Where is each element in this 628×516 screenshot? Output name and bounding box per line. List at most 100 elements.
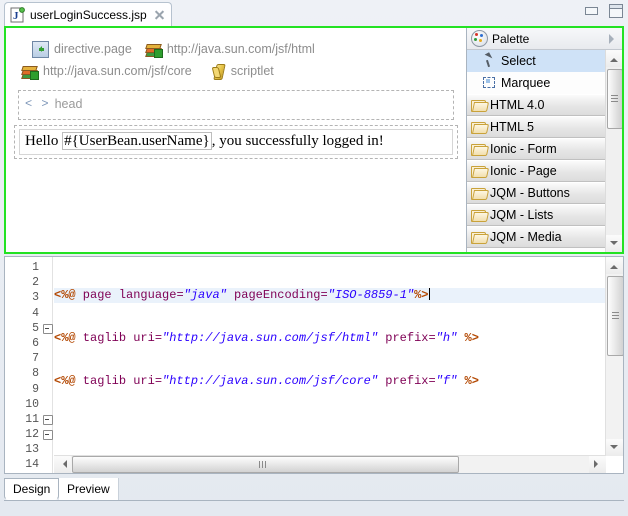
- editor-code-area[interactable]: <%@ page language="java" pageEncoding="I…: [54, 257, 606, 456]
- palette-vertical-scrollbar[interactable]: [605, 50, 622, 252]
- maximize-button[interactable]: [608, 3, 623, 18]
- bottom-tab-bar: Design Preview: [4, 478, 624, 501]
- tab-preview-label: Preview: [67, 482, 110, 496]
- source-editor[interactable]: 1 2 3 4 5 6 7 8 9 10 11 12 13 14 <%@ pag…: [4, 256, 624, 474]
- design-canvas[interactable]: directive.page http://java.sun.com/jsf/h…: [6, 28, 466, 252]
- minimize-button[interactable]: [584, 3, 598, 17]
- taglib-icon: [145, 42, 163, 58]
- line-number: 6: [32, 336, 39, 350]
- palette-tool-select[interactable]: Select: [467, 50, 606, 72]
- line-number: 2: [32, 276, 39, 290]
- line-number: 11: [25, 412, 39, 426]
- taglib-core-label: http://java.sun.com/jsf/core: [43, 64, 192, 78]
- palette-drawer-label: JQM - Buttons: [490, 186, 570, 200]
- fold-toggle-line-12[interactable]: [42, 427, 53, 442]
- code-line-1: <%@ page language="java" pageEncoding="I…: [54, 288, 606, 304]
- scroll-up-arrow-icon[interactable]: [606, 50, 622, 67]
- directive-page-label: directive.page: [54, 42, 132, 56]
- palette-drawer-html40[interactable]: HTML 4.0: [467, 94, 606, 116]
- palette-drawer-jqm-media[interactable]: JQM - Media: [467, 226, 606, 248]
- window-controls: [584, 3, 623, 18]
- scriptlet-item[interactable]: scriptlet: [212, 64, 274, 79]
- editor-hscrollbar-track[interactable]: [460, 457, 589, 472]
- scroll-down-arrow-icon[interactable]: [606, 235, 622, 252]
- line-number: 10: [25, 397, 39, 411]
- directive-page-item[interactable]: directive.page: [32, 40, 132, 58]
- code-line-3: <%@ taglib uri="http://java.sun.com/jsf/…: [54, 374, 479, 389]
- jsp-file-icon: J: [10, 6, 26, 23]
- palette-scrollbar-thumb[interactable]: [607, 69, 622, 129]
- palette-list: Select Marquee HTML 4.0 HTML 5 Ionic - F…: [467, 50, 606, 252]
- palette-tool-marquee[interactable]: Marquee: [467, 72, 606, 94]
- palette-drawer-html5[interactable]: HTML 5: [467, 116, 606, 138]
- line-number: 1: [32, 261, 39, 274]
- directive-row-1: directive.page http://java.sun.com/jsf/h…: [32, 38, 458, 60]
- fold-toggle-line-11[interactable]: [42, 412, 53, 427]
- tab-preview[interactable]: Preview: [59, 478, 119, 500]
- cursor-icon: [483, 54, 496, 68]
- palette-panel: Palette Select Marquee HTML 4.0 HTML 5 I…: [466, 28, 622, 252]
- line-number: 13: [25, 443, 39, 457]
- svg-text:J: J: [13, 10, 19, 22]
- palette-drawer-ionic-form[interactable]: Ionic - Form: [467, 138, 606, 160]
- folder-icon: [471, 231, 486, 244]
- editor-marker-gutter[interactable]: [5, 257, 20, 473]
- editor-tab-bar: J userLoginSuccess.jsp: [0, 0, 628, 26]
- code-line-2: <%@ taglib uri="http://java.sun.com/jsf/…: [54, 331, 479, 346]
- scriptlet-icon: [212, 64, 226, 79]
- palette-drawer-jqm-lists[interactable]: JQM - Lists: [467, 204, 606, 226]
- palette-drawer-ionic-page[interactable]: Ionic - Page: [467, 160, 606, 182]
- editor-horizontal-scrollbar[interactable]: [54, 455, 606, 473]
- folder-icon: [471, 165, 486, 178]
- taglib-core-item[interactable]: http://java.sun.com/jsf/core: [21, 64, 192, 80]
- close-icon[interactable]: [154, 9, 165, 20]
- taglib-html-item[interactable]: http://java.sun.com/jsf/html: [145, 42, 315, 58]
- body-text-region[interactable]: Hello #{UserBean.userName}, you successf…: [19, 129, 453, 155]
- palette-tool-select-label: Select: [501, 54, 536, 68]
- fold-toggle-line-5[interactable]: [42, 321, 53, 336]
- scroll-up-arrow-icon[interactable]: [606, 257, 623, 274]
- directive-icon: [32, 40, 49, 58]
- editor-tab-userloginsuccess[interactable]: J userLoginSuccess.jsp: [4, 2, 172, 26]
- line-number: 7: [32, 352, 39, 366]
- tab-design[interactable]: Design: [4, 478, 60, 500]
- palette-drawer-label: HTML 4.0: [490, 98, 545, 112]
- line-number: 5: [32, 321, 39, 335]
- editor-line-numbers: 1 2 3 4 5 6 7 8 9 10 11 12 13 14: [19, 257, 41, 473]
- chevron-right-icon[interactable]: [606, 33, 618, 45]
- scroll-down-arrow-icon[interactable]: [606, 439, 623, 456]
- folder-icon: [471, 143, 486, 156]
- directive-row-2: http://java.sun.com/jsf/core scriptlet: [21, 60, 458, 82]
- scroll-right-arrow-icon[interactable]: [589, 456, 606, 473]
- head-element-box[interactable]: < > head: [18, 90, 454, 120]
- scriptlet-label: scriptlet: [230, 64, 274, 78]
- palette-drawer-label: HTML 5: [490, 120, 534, 134]
- editor-hscrollbar-thumb[interactable]: [72, 456, 459, 473]
- el-expression[interactable]: #{UserBean.userName}: [62, 132, 212, 150]
- palette-drawer-label: JQM - Media: [490, 230, 562, 244]
- line-number: 12: [25, 428, 39, 442]
- marquee-icon: [483, 76, 496, 90]
- palette-drawer-label: JQM - Lists: [490, 208, 554, 222]
- editor-folding-column[interactable]: [42, 257, 53, 473]
- body-element-box[interactable]: Hello #{UserBean.userName}, you successf…: [14, 125, 458, 159]
- palette-drawer-label: Ionic - Form: [490, 142, 557, 156]
- palette-drawer-jqm-buttons[interactable]: JQM - Buttons: [467, 182, 606, 204]
- taglib-html-label: http://java.sun.com/jsf/html: [166, 42, 315, 56]
- scroll-left-arrow-icon[interactable]: [54, 456, 71, 473]
- greeting-suffix: , you successfully logged in!: [211, 133, 384, 149]
- folder-icon: [471, 187, 486, 200]
- editor-vscrollbar-thumb[interactable]: [607, 276, 623, 356]
- palette-icon: [471, 30, 488, 47]
- editor-vertical-scrollbar[interactable]: [605, 257, 623, 456]
